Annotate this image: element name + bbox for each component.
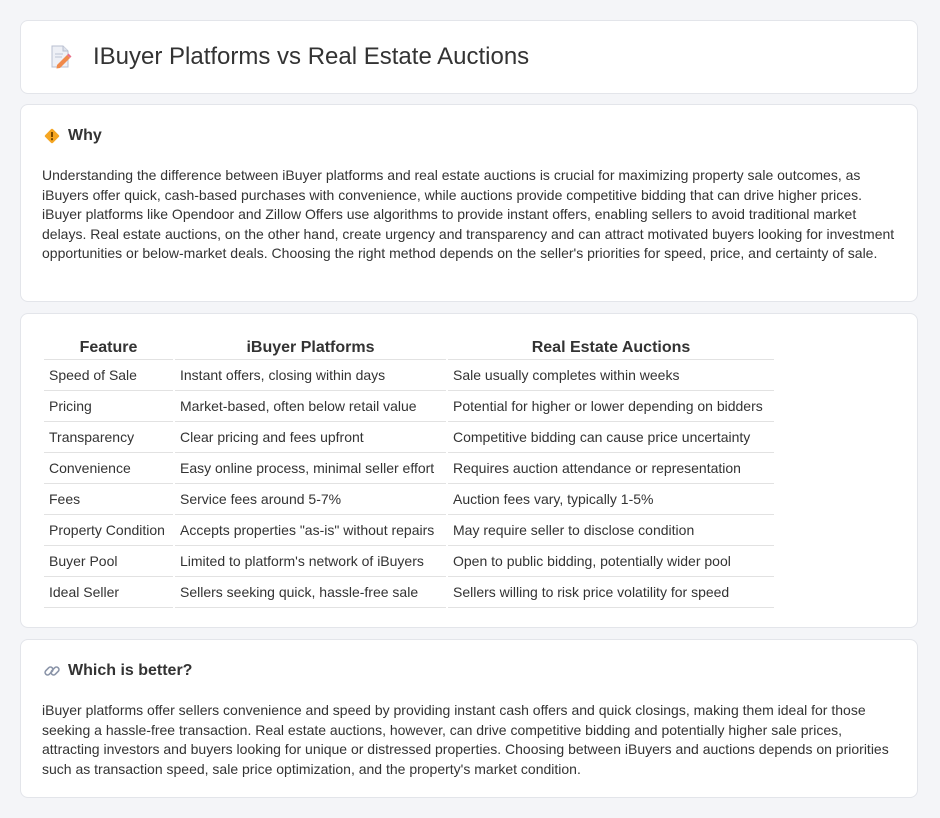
ibuyer-cell: Sellers seeking quick, hassle-free sale: [175, 577, 446, 608]
auction-cell: Open to public bidding, potentially wide…: [448, 546, 774, 577]
table-row: Convenience Easy online process, minimal…: [44, 453, 774, 484]
page-title: IBuyer Platforms vs Real Estate Auctions: [93, 43, 530, 70]
table-row: Fees Service fees around 5-7% Auction fe…: [44, 484, 774, 515]
feature-cell: Pricing: [44, 391, 173, 422]
table-row: Property Condition Accepts properties "a…: [44, 515, 774, 546]
auction-cell: Requires auction attendance or represent…: [448, 453, 774, 484]
table-row: Speed of Sale Instant offers, closing wi…: [44, 360, 774, 391]
better-heading: Which is better?: [43, 662, 192, 680]
why-title: Why: [68, 127, 102, 144]
title-row: IBuyer Platforms vs Real Estate Auctions: [47, 43, 529, 71]
ibuyer-cell: Market-based, often below retail value: [175, 391, 446, 422]
feature-cell: Ideal Seller: [44, 577, 173, 608]
table-header-row: Feature iBuyer Platforms Real Estate Auc…: [44, 335, 774, 360]
ibuyer-cell: Clear pricing and fees upfront: [175, 422, 446, 453]
ibuyer-cell: Accepts properties "as-is" without repai…: [175, 515, 446, 546]
column-header-feature: Feature: [44, 335, 173, 360]
feature-cell: Property Condition: [44, 515, 173, 546]
table-row: Pricing Market-based, often below retail…: [44, 391, 774, 422]
feature-cell: Transparency: [44, 422, 173, 453]
diamond-warning-icon: [43, 127, 61, 145]
ibuyer-cell: Easy online process, minimal seller effo…: [175, 453, 446, 484]
table-row: Ideal Seller Sellers seeking quick, hass…: [44, 577, 774, 608]
auction-cell: Auction fees vary, typically 1-5%: [448, 484, 774, 515]
table-row: Transparency Clear pricing and fees upfr…: [44, 422, 774, 453]
ibuyer-cell: Service fees around 5-7%: [175, 484, 446, 515]
feature-cell: Speed of Sale: [44, 360, 173, 391]
ibuyer-cell: Instant offers, closing within days: [175, 360, 446, 391]
comparison-table: Feature iBuyer Platforms Real Estate Auc…: [42, 335, 776, 608]
feature-cell: Buyer Pool: [44, 546, 173, 577]
feature-cell: Convenience: [44, 453, 173, 484]
link-icon: [43, 662, 61, 680]
ibuyer-cell: Limited to platform's network of iBuyers: [175, 546, 446, 577]
why-section: Why Understanding the difference between…: [20, 104, 918, 302]
auction-cell: Competitive bidding can cause price unce…: [448, 422, 774, 453]
comparison-section: Feature iBuyer Platforms Real Estate Auc…: [20, 313, 918, 628]
feature-cell: Fees: [44, 484, 173, 515]
table-row: Buyer Pool Limited to platform's network…: [44, 546, 774, 577]
auction-cell: Sellers willing to risk price volatility…: [448, 577, 774, 608]
column-header-ibuyer: iBuyer Platforms: [175, 335, 446, 360]
column-header-auctions: Real Estate Auctions: [448, 335, 774, 360]
document-pencil-icon: [47, 44, 73, 70]
better-text: iBuyer platforms offer sellers convenien…: [42, 702, 889, 777]
auction-cell: Potential for higher or lower depending …: [448, 391, 774, 422]
auction-cell: Sale usually completes within weeks: [448, 360, 774, 391]
why-text: Understanding the difference between iBu…: [42, 167, 895, 261]
which-is-better-section: Which is better? iBuyer platforms offer …: [20, 639, 918, 798]
auction-cell: May require seller to disclose condition: [448, 515, 774, 546]
header-card: IBuyer Platforms vs Real Estate Auctions: [20, 20, 918, 94]
better-title: Which is better?: [68, 662, 193, 679]
why-heading: Why: [43, 127, 102, 145]
